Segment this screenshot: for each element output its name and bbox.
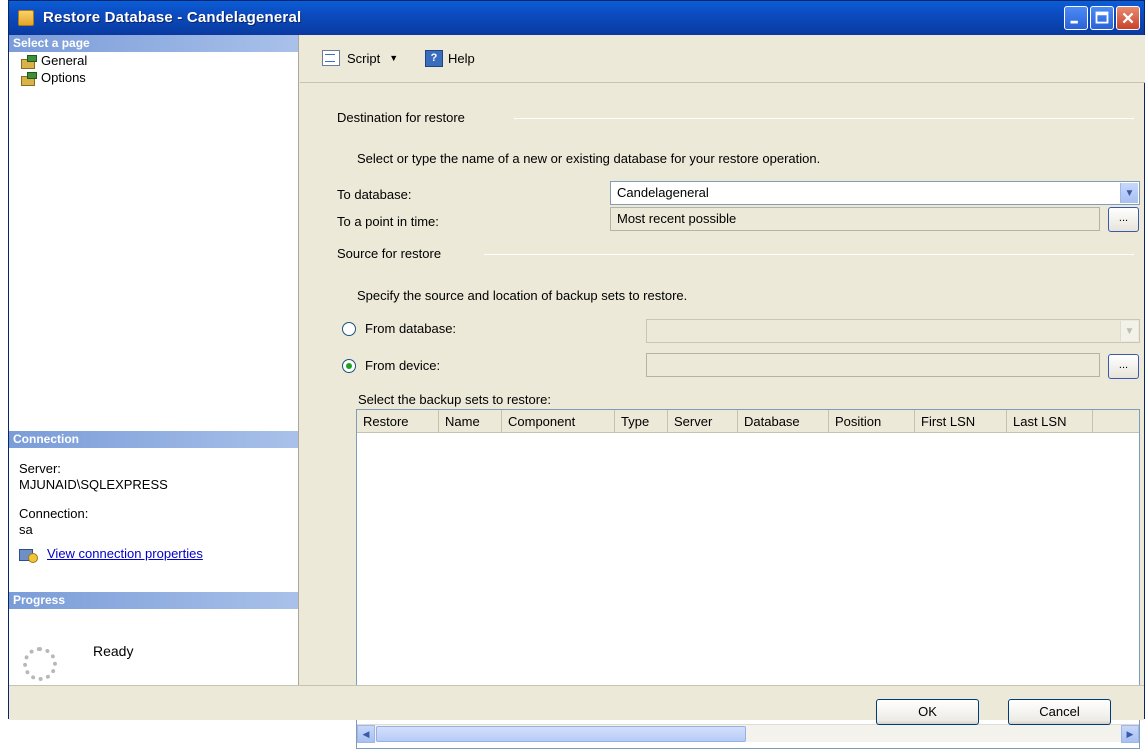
ok-button[interactable]: OK <box>876 699 979 725</box>
destination-instruction: Select or type the name of a new or exis… <box>357 151 821 166</box>
column-header-component[interactable]: Component <box>502 410 615 433</box>
close-icon <box>1122 12 1134 24</box>
close-button[interactable] <box>1116 6 1140 30</box>
point-in-time-browse-button[interactable]: ... <box>1108 207 1139 232</box>
minimize-icon <box>1070 20 1078 24</box>
window-title: Restore Database - Candelageneral <box>43 9 302 26</box>
destination-divider <box>514 118 1134 119</box>
cancel-button[interactable]: Cancel <box>1008 699 1111 725</box>
point-in-time-field: Most recent possible <box>610 207 1100 231</box>
source-divider <box>484 254 1134 255</box>
minimize-button[interactable] <box>1064 6 1088 30</box>
chevron-down-icon[interactable]: ▼ <box>389 53 398 63</box>
backup-sets-label: Select the backup sets to restore: <box>358 392 551 407</box>
server-value: MJUNAID\SQLEXPRESS <box>19 477 168 492</box>
script-label: Script <box>347 50 381 66</box>
progress-header: Progress <box>9 592 298 609</box>
page-icon <box>21 54 37 69</box>
from-device-label: From device: <box>365 358 441 373</box>
script-icon <box>322 50 342 66</box>
chevron-down-icon[interactable]: ▼ <box>1120 183 1138 203</box>
scroll-right-icon[interactable]: ▶ <box>1121 725 1139 743</box>
scroll-thumb[interactable] <box>376 726 746 742</box>
to-database-label: To database: <box>337 187 412 202</box>
destination-group-title: Destination for restore <box>337 110 465 125</box>
column-header-restore[interactable]: Restore <box>357 410 439 433</box>
server-label: Server: <box>19 461 61 476</box>
source-instruction: Specify the source and location of backu… <box>357 288 688 303</box>
view-connection-properties-link[interactable]: View connection properties <box>47 546 203 561</box>
from-device-radio[interactable] <box>342 358 356 373</box>
from-device-field <box>646 353 1100 377</box>
progress-spinner-icon <box>23 647 57 681</box>
from-device-browse-button[interactable]: ... <box>1108 354 1139 379</box>
to-database-combobox[interactable]: Candelageneral ▼ <box>610 181 1140 205</box>
column-header-name[interactable]: Name <box>439 410 502 433</box>
help-icon: ? <box>425 50 443 67</box>
general-page-content: Destination for restore Select or type t… <box>300 83 1145 749</box>
from-database-option[interactable]: From database: <box>342 321 456 336</box>
select-page-header: Select a page <box>9 35 298 52</box>
script-button[interactable]: Script ▼ <box>322 50 398 66</box>
left-pane: Select a page General Options Connection… <box>9 35 299 685</box>
page-icon <box>21 71 37 86</box>
column-header-last-lsn[interactable]: Last LSN <box>1007 410 1093 433</box>
column-header-position[interactable]: Position <box>829 410 915 433</box>
progress-status: Ready <box>93 643 134 659</box>
source-group-title: Source for restore <box>337 246 442 261</box>
toolbar: Script ▼ ? Help <box>300 35 1145 83</box>
connection-properties-icon <box>19 547 38 563</box>
point-in-time-value: Most recent possible <box>617 211 737 226</box>
maximize-button[interactable] <box>1090 6 1114 30</box>
point-in-time-label: To a point in time: <box>337 214 439 229</box>
connection-value: sa <box>19 522 33 537</box>
chevron-down-icon: ▼ <box>1120 321 1138 341</box>
column-header-database[interactable]: Database <box>738 410 829 433</box>
help-button[interactable]: ? Help <box>425 50 475 67</box>
page-item-label: Options <box>41 70 86 85</box>
column-header-type[interactable]: Type <box>615 410 668 433</box>
from-database-combobox: ▼ <box>646 319 1140 343</box>
connection-header: Connection <box>9 431 298 448</box>
column-header-server[interactable]: Server <box>668 410 738 433</box>
page-item-options[interactable]: Options <box>21 69 86 86</box>
dialog-footer: OK Cancel <box>9 685 1144 725</box>
scroll-left-icon[interactable]: ◀ <box>357 725 375 743</box>
maximize-icon <box>1095 11 1109 24</box>
restore-database-dialog: Restore Database - Candelageneral Select… <box>8 0 1145 749</box>
title-bar[interactable]: Restore Database - Candelageneral <box>9 1 1144 35</box>
column-header-first-lsn[interactable]: First LSN <box>915 410 1007 433</box>
view-connection-properties[interactable]: View connection properties <box>19 546 203 563</box>
to-database-value: Candelageneral <box>617 185 709 200</box>
from-database-radio[interactable] <box>342 321 356 336</box>
page-item-label: General <box>41 53 88 68</box>
help-label: Help <box>448 51 475 66</box>
page-item-general[interactable]: General <box>21 52 87 69</box>
connection-label: Connection: <box>19 506 89 521</box>
horizontal-scrollbar[interactable]: ◀ ▶ <box>357 724 1139 743</box>
from-device-option[interactable]: From device: <box>342 358 440 373</box>
from-database-label: From database: <box>365 321 457 336</box>
grid-header: Restore Name Component Type Server Datab… <box>357 410 1139 433</box>
database-icon <box>18 10 34 26</box>
